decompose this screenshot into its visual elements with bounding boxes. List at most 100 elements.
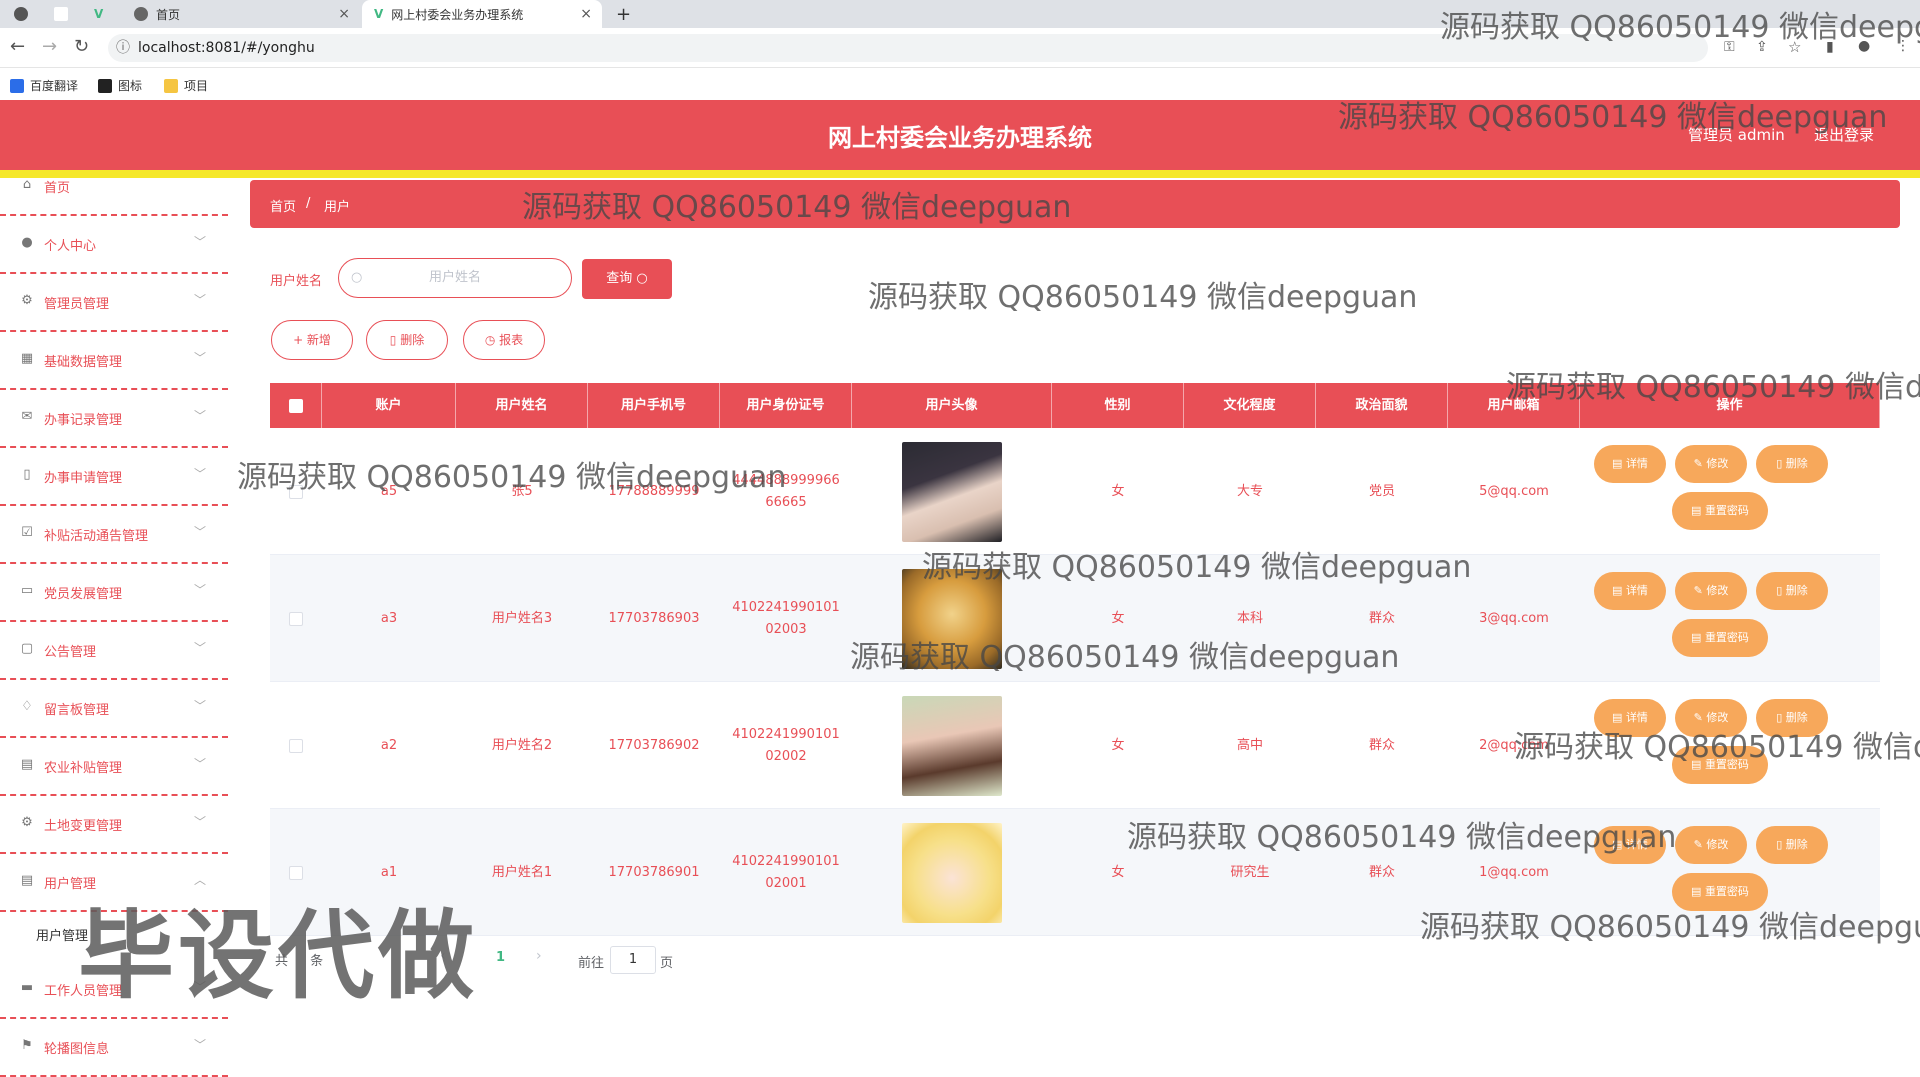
new-tab-button[interactable]: +: [616, 0, 631, 28]
sidebar-item[interactable]: ▦ 基础数据管理 ﹀: [0, 332, 228, 390]
tab-active[interactable]: V 网上村委会业务办理系统 ×: [362, 0, 602, 28]
sidebar-item[interactable]: ✉ 办事记录管理 ﹀: [0, 390, 228, 448]
delete-row-button[interactable]: ▯ 删除: [1756, 572, 1828, 610]
sidebar-item[interactable]: ▯ 办事申请管理 ﹀: [0, 448, 228, 506]
search-placeholder: 用户姓名: [428, 270, 481, 285]
trash-icon: ▯: [389, 333, 401, 347]
sidebar-item[interactable]: ⚑ 轮播图信息 ﹀: [0, 1019, 228, 1077]
chevron-down-icon: ﹀: [193, 351, 206, 365]
close-tab-icon[interactable]: ×: [580, 6, 592, 22]
op-label: 删除: [1785, 838, 1808, 851]
op-label: 删除: [1785, 457, 1808, 470]
edit-button[interactable]: ✎ 修改: [1675, 445, 1747, 483]
cell-account: a2: [322, 682, 456, 809]
back-icon[interactable]: ←: [10, 36, 25, 57]
trash-icon: ▯: [1776, 838, 1786, 851]
sidebar-item[interactable]: ⚙ 管理员管理 ﹀: [0, 274, 228, 332]
chevron-down-icon: ﹀: [193, 1038, 206, 1052]
breadcrumb-home[interactable]: 首页: [270, 196, 296, 215]
cell-id-card: 410224199010102001: [720, 809, 852, 936]
close-tab-icon[interactable]: ×: [338, 6, 350, 22]
cell-text: 用户姓名3: [491, 610, 553, 626]
forward-icon[interactable]: →: [42, 36, 57, 57]
chat-icon: ▢: [20, 641, 34, 656]
chevron-down-icon: ﹀: [193, 815, 206, 829]
detail-button[interactable]: ▤ 详情: [1594, 572, 1666, 610]
watermark-text: 源码获取 QQ86050149 微信deepguan: [1506, 370, 1920, 405]
tab-icon-github[interactable]: [14, 0, 54, 28]
edit-button[interactable]: ✎ 修改: [1675, 826, 1747, 864]
detail-button[interactable]: ▤ 详情: [1594, 445, 1666, 483]
edit-button[interactable]: ✎ 修改: [1675, 572, 1747, 610]
cell-text: a3: [380, 610, 398, 626]
watermark-text: 源码获取 QQ86050149 微信deepguan: [1338, 100, 1888, 135]
bookmark-item[interactable]: 图标: [98, 77, 142, 94]
avatar[interactable]: [902, 822, 1002, 923]
avatar-cell: [852, 682, 1052, 809]
search-button-label: 查询: [606, 271, 633, 286]
cell-text: 群众: [1368, 864, 1395, 880]
add-button[interactable]: + 新增: [271, 320, 353, 360]
settings-icon: ⚙: [21, 293, 33, 308]
op-label: 详情: [1625, 457, 1648, 470]
cell-education: 高中: [1184, 682, 1316, 809]
column-header: 用户身份证号: [720, 383, 852, 428]
cell-id-card: 410224199010102003: [720, 555, 852, 682]
tab-icon-blank[interactable]: [54, 0, 94, 28]
cell-text: 5@qq.com: [1479, 483, 1549, 499]
cell-education: 大专: [1184, 428, 1316, 555]
sidebar-item[interactable]: ♢ 留言板管理 ﹀: [0, 680, 228, 738]
row-checkbox[interactable]: [289, 738, 303, 753]
cell-political: 党员: [1316, 428, 1448, 555]
cell-text: 女: [1111, 610, 1125, 626]
bookmark-label: 项目: [184, 79, 209, 93]
avatar[interactable]: [902, 695, 1002, 796]
sidebar-item[interactable]: ⌂ 首页: [0, 158, 228, 216]
cell-text: a2: [380, 737, 398, 753]
chevron-down-icon: ﹀: [193, 467, 206, 481]
mail-icon: ✉: [21, 409, 33, 424]
column-header: 政治面貌: [1316, 383, 1448, 428]
delete-button[interactable]: ▯ 删除: [366, 320, 448, 360]
image-icon: [98, 78, 112, 93]
next-page-icon[interactable]: ›: [536, 948, 542, 964]
search-input[interactable]: ○ 用户姓名: [338, 258, 572, 298]
bookmark-item[interactable]: 百度翻译: [10, 77, 78, 94]
sidebar-item-label: 公告管理: [44, 645, 97, 660]
tab-home[interactable]: 首页 ×: [130, 0, 360, 28]
sidebar-item[interactable]: ▢ 公告管理 ﹀: [0, 622, 228, 680]
delete-row-button[interactable]: ▯ 删除: [1756, 445, 1828, 483]
chevron-down-icon: ﹀: [193, 641, 206, 655]
sidebar-item-label: 管理员管理: [44, 297, 110, 312]
bookmark-item[interactable]: 项目: [164, 77, 208, 94]
reload-icon[interactable]: ↻: [74, 36, 89, 57]
page-jump-input[interactable]: 1: [610, 946, 656, 974]
reset-password-button[interactable]: ▤ 重置密码: [1672, 492, 1768, 530]
sidebar-item-label: 党员发展管理: [44, 587, 123, 602]
sidebar-item[interactable]: ● 个人中心 ﹀: [0, 216, 228, 274]
report-button[interactable]: ◷ 报表: [463, 320, 545, 360]
cell-text: 410224199010102003: [732, 599, 840, 637]
page-number-current[interactable]: 1: [496, 950, 505, 965]
flag-icon: ⚑: [21, 1038, 33, 1053]
column-header: 用户姓名: [456, 383, 588, 428]
check-icon: ☑: [21, 525, 33, 540]
select-all-checkbox[interactable]: [288, 398, 303, 413]
sidebar-item[interactable]: ⚙ 土地变更管理 ﹀: [0, 796, 228, 854]
avatar[interactable]: [902, 441, 1002, 542]
settings-icon: ⚙: [21, 815, 33, 830]
translate-icon: [10, 78, 24, 93]
tab-icon-vue[interactable]: V: [94, 0, 124, 28]
search-button[interactable]: 查询 ○: [582, 259, 672, 299]
sidebar-item[interactable]: ☑ 补贴活动通告管理 ﹀: [0, 506, 228, 564]
delete-row-button[interactable]: ▯ 删除: [1756, 826, 1828, 864]
globe-icon: [134, 7, 148, 21]
bell-icon: ♢: [21, 699, 33, 714]
sidebar-item[interactable]: ▤ 农业补贴管理 ﹀: [0, 738, 228, 796]
reset-password-button[interactable]: ▤ 重置密码: [1672, 619, 1768, 657]
row-checkbox[interactable]: [289, 611, 303, 626]
sidebar-item[interactable]: ▭ 党员发展管理 ﹀: [0, 564, 228, 622]
cell-text: 17703786901: [608, 864, 700, 880]
document-icon: ▤: [1691, 504, 1705, 517]
cell-email: 5@qq.com: [1448, 428, 1580, 555]
